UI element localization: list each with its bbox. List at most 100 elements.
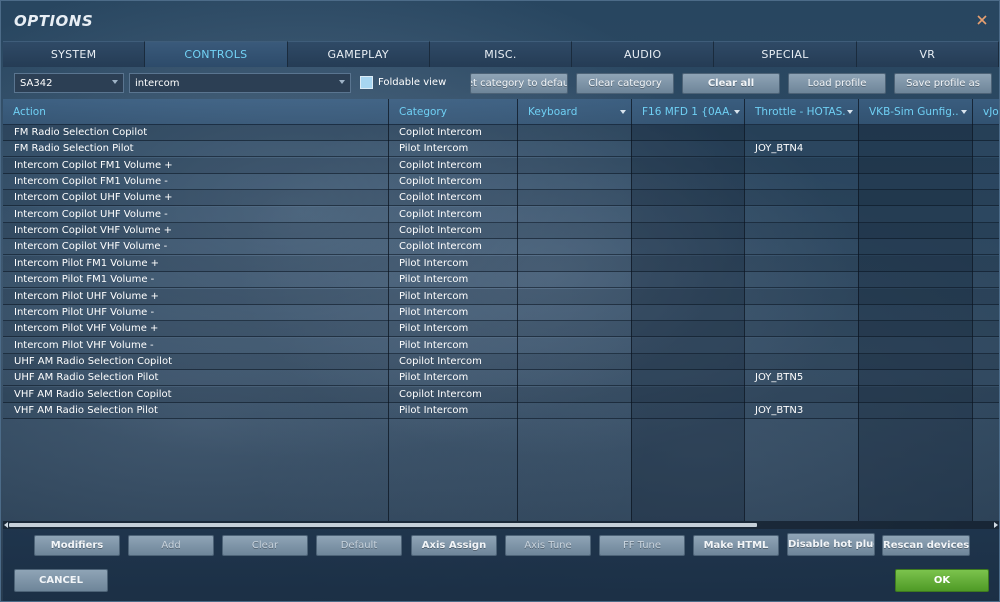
tab-controls[interactable]: CONTROLS: [145, 41, 288, 67]
cell-vkb[interactable]: [859, 158, 972, 174]
cell-f16-mfd[interactable]: [632, 289, 744, 305]
cell-keyboard[interactable]: [518, 321, 631, 337]
table-row[interactable]: UHF AM Radio Selection Copilot Copilot In…: [3, 353, 999, 370]
cell-vjoy[interactable]: [973, 125, 999, 141]
cell-keyboard[interactable]: [518, 272, 631, 288]
modifiers-button[interactable]: Modifiers: [34, 535, 120, 556]
table-row[interactable]: FM Radio Selection Copilot Copilot Interc…: [3, 125, 999, 141]
tab-system[interactable]: SYSTEM: [3, 41, 146, 67]
header-f16-mfd[interactable]: F16 MFD 1 {0AA...: [632, 99, 732, 125]
clear-button[interactable]: Clear: [222, 535, 308, 556]
cell-f16-mfd[interactable]: [632, 223, 744, 239]
cell-keyboard[interactable]: [518, 256, 631, 272]
cell-throttle[interactable]: [745, 239, 858, 255]
cell-keyboard[interactable]: [518, 223, 631, 239]
cell-keyboard[interactable]: [518, 158, 631, 174]
horizontal-scrollbar[interactable]: [3, 521, 999, 529]
cell-vjoy[interactable]: [973, 174, 999, 190]
header-action[interactable]: Action: [3, 99, 388, 125]
cell-f16-mfd[interactable]: [632, 125, 744, 141]
add-button[interactable]: Add: [128, 535, 214, 556]
cell-vjoy[interactable]: [973, 190, 999, 206]
cell-vkb[interactable]: [859, 305, 972, 321]
cell-keyboard[interactable]: [518, 338, 631, 354]
cell-keyboard[interactable]: [518, 141, 631, 157]
make-html-button[interactable]: Make HTML: [693, 535, 779, 556]
chevron-down-icon[interactable]: [620, 110, 626, 114]
load-profile-button[interactable]: Load profile: [788, 73, 886, 94]
cell-f16-mfd[interactable]: [632, 141, 744, 157]
cell-f16-mfd[interactable]: [632, 387, 744, 403]
cell-keyboard[interactable]: [518, 207, 631, 223]
cell-keyboard[interactable]: [518, 239, 631, 255]
cell-vjoy[interactable]: [973, 239, 999, 255]
cell-vkb[interactable]: [859, 370, 972, 386]
cell-vkb[interactable]: [859, 403, 972, 419]
close-icon[interactable]: [975, 13, 989, 27]
cell-throttle[interactable]: [745, 158, 858, 174]
cell-f16-mfd[interactable]: [632, 338, 744, 354]
cell-vjoy[interactable]: [973, 403, 999, 419]
tab-special[interactable]: SPECIAL: [714, 41, 857, 67]
cell-vjoy[interactable]: [973, 321, 999, 337]
table-row[interactable]: Intercom Pilot UHF Volume + Pilot Interco…: [3, 288, 999, 305]
header-throttle[interactable]: Throttle - HOTAS...: [745, 99, 845, 125]
chevron-down-icon[interactable]: [961, 110, 967, 114]
tab-audio[interactable]: AUDIO: [572, 41, 715, 67]
ff-tune-button[interactable]: FF Tune: [599, 535, 685, 556]
table-row[interactable]: Intercom Pilot FM1 Volume + Pilot Interco…: [3, 255, 999, 272]
cell-vkb[interactable]: [859, 256, 972, 272]
cell-vjoy[interactable]: [973, 256, 999, 272]
cell-throttle[interactable]: [745, 174, 858, 190]
cell-throttle[interactable]: [745, 272, 858, 288]
default-button[interactable]: Default: [316, 535, 402, 556]
cell-vkb[interactable]: [859, 321, 972, 337]
tab-gameplay[interactable]: GAMEPLAY: [287, 41, 430, 67]
tab-vr[interactable]: VR: [856, 41, 999, 67]
cell-f16-mfd[interactable]: [632, 354, 744, 370]
cell-vjoy[interactable]: [973, 141, 999, 157]
cell-vjoy[interactable]: [973, 272, 999, 288]
cell-vjoy[interactable]: [973, 338, 999, 354]
tab-misc[interactable]: MISC.: [429, 41, 573, 67]
table-row[interactable]: Intercom Copilot UHF Volume - Copilot Int…: [3, 206, 999, 223]
filter-input[interactable]: intercom: [129, 73, 351, 93]
disable-hot-plug-button[interactable]: Disable hot plug: [787, 533, 875, 556]
cell-vkb[interactable]: [859, 354, 972, 370]
cell-f16-mfd[interactable]: [632, 158, 744, 174]
cell-f16-mfd[interactable]: [632, 403, 744, 419]
cell-vjoy[interactable]: [973, 207, 999, 223]
cell-keyboard[interactable]: [518, 190, 631, 206]
reset-category-button[interactable]: Reset category to default: [470, 73, 568, 94]
cell-keyboard[interactable]: [518, 403, 631, 419]
cell-vkb[interactable]: [859, 125, 972, 141]
cell-vjoy[interactable]: [973, 370, 999, 386]
cell-vkb[interactable]: [859, 190, 972, 206]
chevron-down-icon[interactable]: [847, 110, 853, 114]
cell-throttle[interactable]: [745, 321, 858, 337]
cell-throttle[interactable]: [745, 387, 858, 403]
cell-throttle[interactable]: [745, 223, 858, 239]
cell-throttle[interactable]: [745, 207, 858, 223]
cell-f16-mfd[interactable]: [632, 305, 744, 321]
cell-keyboard[interactable]: [518, 305, 631, 321]
table-row[interactable]: Intercom Copilot VHF Volume - Copilot Int…: [3, 239, 999, 256]
cell-vjoy[interactable]: [973, 223, 999, 239]
cell-vjoy[interactable]: [973, 305, 999, 321]
cell-vkb[interactable]: [859, 387, 972, 403]
cell-throttle[interactable]: [745, 338, 858, 354]
header-keyboard[interactable]: Keyboard: [518, 99, 618, 125]
cell-keyboard[interactable]: [518, 289, 631, 305]
cell-f16-mfd[interactable]: [632, 370, 744, 386]
cell-f16-mfd[interactable]: [632, 256, 744, 272]
table-row[interactable]: Intercom Pilot FM1 Volume - Pilot Interco…: [3, 272, 999, 289]
cell-throttle[interactable]: [745, 190, 858, 206]
cell-f16-mfd[interactable]: [632, 321, 744, 337]
cell-f16-mfd[interactable]: [632, 190, 744, 206]
cell-vkb[interactable]: [859, 289, 972, 305]
cell-vkb[interactable]: [859, 239, 972, 255]
cell-throttle[interactable]: JOY_BTN4: [745, 141, 858, 157]
cell-vkb[interactable]: [859, 141, 972, 157]
cell-throttle[interactable]: [745, 125, 858, 141]
cell-vjoy[interactable]: [973, 387, 999, 403]
